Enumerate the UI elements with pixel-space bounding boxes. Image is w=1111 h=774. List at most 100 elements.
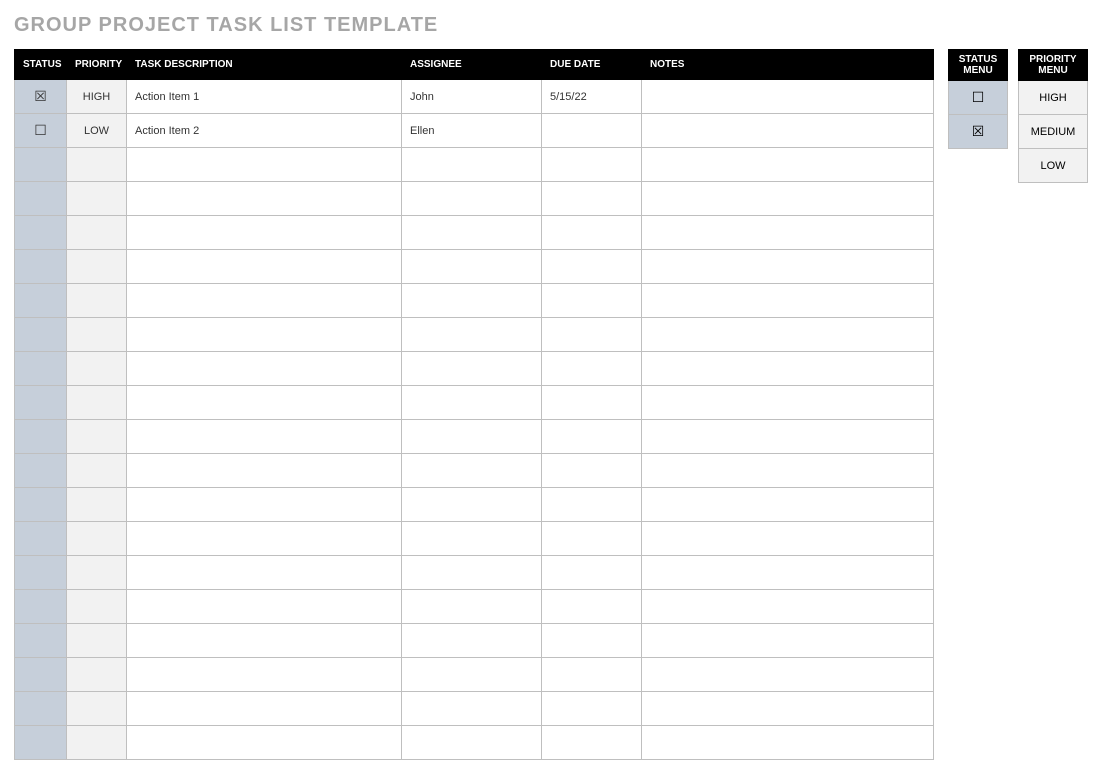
- notes-cell[interactable]: [642, 352, 934, 386]
- assignee-cell[interactable]: Ellen: [402, 114, 542, 148]
- assignee-cell[interactable]: [402, 386, 542, 420]
- notes-cell[interactable]: [642, 522, 934, 556]
- assignee-cell[interactable]: John: [402, 80, 542, 114]
- assignee-cell[interactable]: [402, 726, 542, 760]
- priority-cell[interactable]: [67, 284, 127, 318]
- task-description-cell[interactable]: [127, 692, 402, 726]
- due-date-cell[interactable]: 5/15/22: [542, 80, 642, 114]
- assignee-cell[interactable]: [402, 420, 542, 454]
- priority-cell[interactable]: LOW: [67, 114, 127, 148]
- due-date-cell[interactable]: [542, 522, 642, 556]
- assignee-cell[interactable]: [402, 488, 542, 522]
- task-description-cell[interactable]: [127, 182, 402, 216]
- notes-cell[interactable]: [642, 488, 934, 522]
- due-date-cell[interactable]: [542, 318, 642, 352]
- priority-cell[interactable]: [67, 590, 127, 624]
- due-date-cell[interactable]: [542, 454, 642, 488]
- status-cell[interactable]: [15, 250, 67, 284]
- due-date-cell[interactable]: [542, 352, 642, 386]
- task-description-cell[interactable]: [127, 148, 402, 182]
- status-cell[interactable]: [15, 216, 67, 250]
- priority-cell[interactable]: [67, 556, 127, 590]
- status-cell[interactable]: [15, 182, 67, 216]
- status-menu-item[interactable]: ☐: [949, 81, 1008, 115]
- status-cell[interactable]: [15, 352, 67, 386]
- priority-cell[interactable]: [67, 216, 127, 250]
- notes-cell[interactable]: [642, 318, 934, 352]
- priority-cell[interactable]: [67, 488, 127, 522]
- priority-menu-item[interactable]: LOW: [1019, 149, 1088, 183]
- assignee-cell[interactable]: [402, 692, 542, 726]
- priority-cell[interactable]: [67, 522, 127, 556]
- due-date-cell[interactable]: [542, 148, 642, 182]
- status-cell[interactable]: ☐: [15, 114, 67, 148]
- status-cell[interactable]: ☒: [15, 80, 67, 114]
- notes-cell[interactable]: [642, 624, 934, 658]
- task-description-cell[interactable]: [127, 488, 402, 522]
- status-cell[interactable]: [15, 624, 67, 658]
- assignee-cell[interactable]: [402, 148, 542, 182]
- status-cell[interactable]: [15, 454, 67, 488]
- priority-cell[interactable]: [67, 352, 127, 386]
- status-cell[interactable]: [15, 488, 67, 522]
- status-cell[interactable]: [15, 556, 67, 590]
- notes-cell[interactable]: [642, 114, 934, 148]
- status-cell[interactable]: [15, 318, 67, 352]
- priority-cell[interactable]: HIGH: [67, 80, 127, 114]
- task-description-cell[interactable]: [127, 624, 402, 658]
- task-description-cell[interactable]: [127, 590, 402, 624]
- notes-cell[interactable]: [642, 726, 934, 760]
- priority-cell[interactable]: [67, 454, 127, 488]
- due-date-cell[interactable]: [542, 624, 642, 658]
- assignee-cell[interactable]: [402, 454, 542, 488]
- task-description-cell[interactable]: [127, 522, 402, 556]
- assignee-cell[interactable]: [402, 352, 542, 386]
- due-date-cell[interactable]: [542, 182, 642, 216]
- status-menu-item[interactable]: ☒: [949, 115, 1008, 149]
- task-description-cell[interactable]: [127, 658, 402, 692]
- assignee-cell[interactable]: [402, 284, 542, 318]
- priority-menu-item[interactable]: HIGH: [1019, 81, 1088, 115]
- priority-cell[interactable]: [67, 318, 127, 352]
- task-description-cell[interactable]: [127, 216, 402, 250]
- notes-cell[interactable]: [642, 692, 934, 726]
- assignee-cell[interactable]: [402, 182, 542, 216]
- assignee-cell[interactable]: [402, 522, 542, 556]
- priority-cell[interactable]: [67, 386, 127, 420]
- assignee-cell[interactable]: [402, 658, 542, 692]
- notes-cell[interactable]: [642, 556, 934, 590]
- priority-menu-item[interactable]: MEDIUM: [1019, 115, 1088, 149]
- notes-cell[interactable]: [642, 250, 934, 284]
- status-cell[interactable]: [15, 522, 67, 556]
- due-date-cell[interactable]: [542, 250, 642, 284]
- assignee-cell[interactable]: [402, 216, 542, 250]
- task-description-cell[interactable]: [127, 556, 402, 590]
- status-cell[interactable]: [15, 386, 67, 420]
- status-cell[interactable]: [15, 658, 67, 692]
- due-date-cell[interactable]: [542, 556, 642, 590]
- due-date-cell[interactable]: [542, 284, 642, 318]
- due-date-cell[interactable]: [542, 114, 642, 148]
- assignee-cell[interactable]: [402, 556, 542, 590]
- due-date-cell[interactable]: [542, 216, 642, 250]
- status-cell[interactable]: [15, 590, 67, 624]
- due-date-cell[interactable]: [542, 726, 642, 760]
- notes-cell[interactable]: [642, 284, 934, 318]
- notes-cell[interactable]: [642, 80, 934, 114]
- notes-cell[interactable]: [642, 148, 934, 182]
- due-date-cell[interactable]: [542, 488, 642, 522]
- due-date-cell[interactable]: [542, 420, 642, 454]
- notes-cell[interactable]: [642, 590, 934, 624]
- task-description-cell[interactable]: [127, 420, 402, 454]
- task-description-cell[interactable]: [127, 726, 402, 760]
- assignee-cell[interactable]: [402, 250, 542, 284]
- status-cell[interactable]: [15, 284, 67, 318]
- priority-cell[interactable]: [67, 726, 127, 760]
- assignee-cell[interactable]: [402, 590, 542, 624]
- notes-cell[interactable]: [642, 420, 934, 454]
- task-description-cell[interactable]: Action Item 1: [127, 80, 402, 114]
- notes-cell[interactable]: [642, 454, 934, 488]
- priority-cell[interactable]: [67, 692, 127, 726]
- priority-cell[interactable]: [67, 420, 127, 454]
- due-date-cell[interactable]: [542, 590, 642, 624]
